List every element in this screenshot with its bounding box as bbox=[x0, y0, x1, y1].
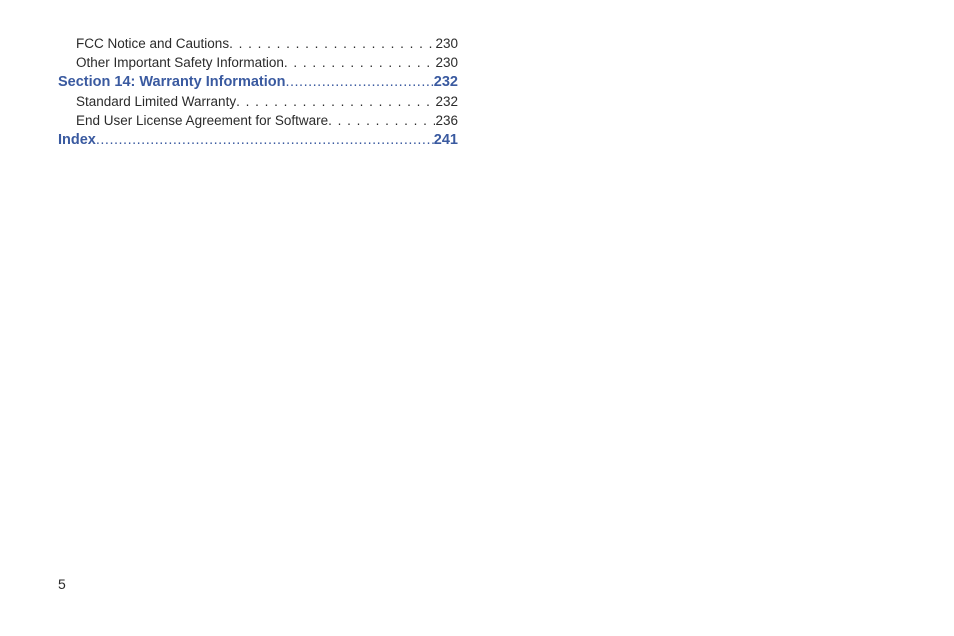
toc-entry-standard-warranty[interactable]: Standard Limited Warranty . . . . . . . … bbox=[58, 94, 458, 109]
toc-entry-eula[interactable]: End User License Agreement for Software … bbox=[58, 113, 458, 128]
toc-page: 236 bbox=[435, 113, 458, 128]
toc-entry-section-14[interactable]: Section 14: Warranty Information .......… bbox=[58, 74, 458, 90]
toc-entry-other-safety[interactable]: Other Important Safety Information . . .… bbox=[58, 55, 458, 70]
toc-page: 232 bbox=[435, 94, 458, 109]
toc-leader: . . . . . . . . . . . . . . . . . . . . … bbox=[229, 36, 435, 51]
toc-label: Standard Limited Warranty bbox=[76, 94, 236, 109]
toc-entry-fcc-notice[interactable]: FCC Notice and Cautions . . . . . . . . … bbox=[58, 36, 458, 51]
toc-page: 232 bbox=[434, 74, 458, 90]
toc-leader: . . . . . . . . . . . . . . . . . . . . … bbox=[284, 55, 436, 70]
toc-label: Section 14: Warranty Information bbox=[58, 74, 285, 90]
toc-leader: . . . . . . . . . . . . . . . . . . . . … bbox=[328, 113, 435, 128]
toc-leader: . . . . . . . . . . . . . . . . . . . . … bbox=[236, 94, 435, 109]
toc-leader: ........................................… bbox=[285, 74, 433, 90]
table-of-contents: FCC Notice and Cautions . . . . . . . . … bbox=[58, 36, 458, 148]
toc-label: Other Important Safety Information bbox=[76, 55, 284, 70]
toc-page: 241 bbox=[434, 132, 458, 148]
page-number: 5 bbox=[58, 576, 66, 592]
toc-label: FCC Notice and Cautions bbox=[76, 36, 229, 51]
toc-entry-index[interactable]: Index ..................................… bbox=[58, 132, 458, 148]
toc-label: Index bbox=[58, 132, 96, 148]
toc-label: End User License Agreement for Software bbox=[76, 113, 328, 128]
toc-page: 230 bbox=[435, 36, 458, 51]
toc-page: 230 bbox=[435, 55, 458, 70]
toc-leader: ........................................… bbox=[96, 132, 434, 148]
